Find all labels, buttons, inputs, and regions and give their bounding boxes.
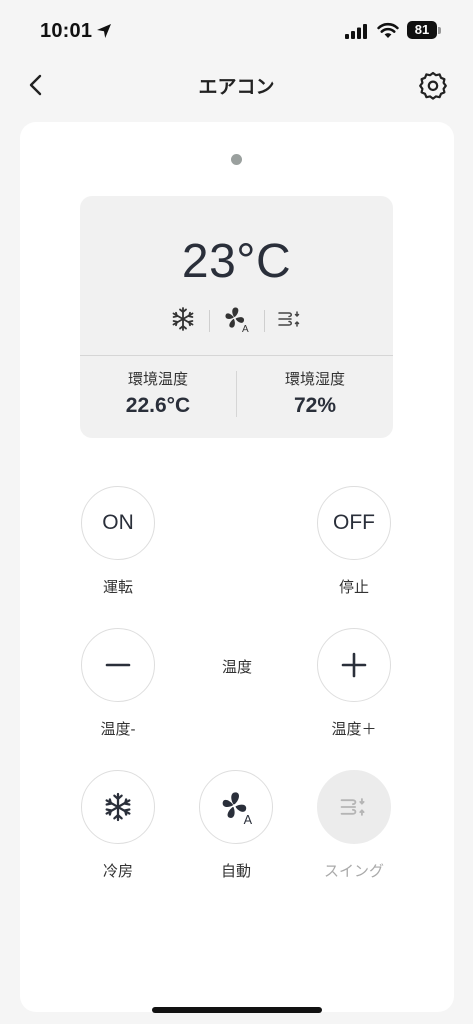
battery-indicator: 81 [407, 21, 437, 39]
ambient-temperature-label: 環境温度 [127, 371, 188, 388]
status-time: 10:01 [40, 20, 93, 42]
minus-icon [105, 663, 131, 667]
auto-fan-button[interactable]: A [199, 770, 273, 844]
ambient-humidity-value: 72% [293, 394, 337, 417]
navigation-bar: エアコン [0, 60, 473, 110]
off-label: 停止 [338, 579, 369, 596]
gear-icon[interactable] [417, 69, 449, 101]
device-card: 23°C A 環境温度 22.6°C 環境湿度 72% ON 運転 OFF 停止… [20, 122, 454, 1012]
on-label: 運転 [102, 579, 133, 596]
plus-icon [341, 652, 367, 678]
swing-icon [340, 798, 365, 816]
swing-icon [278, 311, 300, 327]
svg-text:A: A [242, 324, 249, 334]
temp-up-label: 温度＋ [331, 721, 377, 738]
temperature-label: 温度 [221, 659, 252, 676]
fan-auto-icon: A [222, 792, 253, 826]
auto-fan-label: 自動 [220, 863, 251, 880]
cool-mode-label: 冷房 [102, 863, 133, 880]
panel-divider [80, 355, 393, 356]
off-button[interactable]: OFF [317, 486, 391, 560]
battery-cap [438, 27, 441, 34]
status-panel: 23°C A 環境温度 22.6°C 環境湿度 72% [80, 196, 393, 438]
off-button-text: OFF [333, 511, 375, 534]
temp-down-label: 温度- [100, 721, 136, 738]
fan-auto-icon: A [225, 307, 249, 334]
cellular-signal-icon [345, 24, 367, 39]
mode-row: A [80, 304, 393, 334]
svg-text:A: A [244, 813, 253, 826]
mode-separator [209, 310, 210, 332]
mode-separator [264, 310, 265, 332]
temp-up-button[interactable] [317, 628, 391, 702]
ambient-temperature-value: 22.6°C [125, 394, 191, 417]
swing-label: スイング [323, 863, 384, 880]
wifi-icon [377, 22, 399, 38]
snowflake-icon [172, 307, 194, 331]
snowflake-icon [105, 792, 131, 822]
status-bar: 10:01 81 [0, 0, 473, 60]
on-button[interactable]: ON [81, 486, 155, 560]
page-title: エアコン [198, 77, 275, 98]
cool-mode-button[interactable] [81, 770, 155, 844]
page-indicator-dot [231, 154, 242, 165]
ambient-humidity-label: 環境湿度 [284, 371, 345, 388]
location-arrow-icon [97, 24, 111, 38]
swing-button[interactable] [317, 770, 391, 844]
home-indicator[interactable] [152, 1007, 322, 1013]
set-temperature: 23°C [181, 235, 292, 288]
on-button-text: ON [102, 511, 134, 534]
temp-down-button[interactable] [81, 628, 155, 702]
